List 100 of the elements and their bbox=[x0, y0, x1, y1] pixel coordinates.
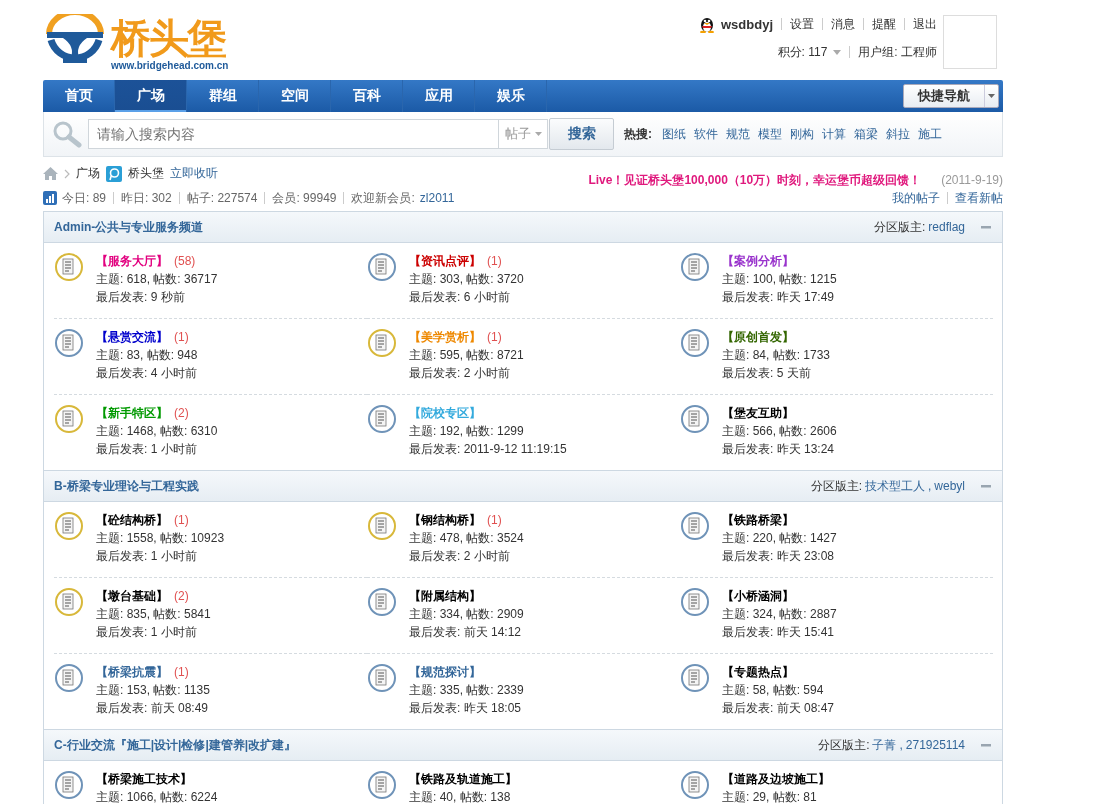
forum-stats: 主题: 153, 帖数: 1135 bbox=[96, 682, 210, 699]
hot-search-link[interactable]: 规范 bbox=[726, 125, 750, 143]
user-menu-link[interactable]: 消息 bbox=[831, 15, 855, 33]
new-post-count: (1) bbox=[487, 253, 502, 270]
moderator-label: 分区版主: bbox=[818, 736, 870, 754]
comma: , bbox=[927, 479, 932, 493]
forum-name-link[interactable]: 【悬赏交流】 bbox=[96, 328, 168, 346]
section-title: B-桥梁专业理论与工程实践 bbox=[54, 477, 199, 495]
forum-name-link[interactable]: 【规范探讨】 bbox=[409, 663, 481, 681]
moderator-link[interactable]: 子菁 bbox=[872, 736, 897, 754]
moderator-label: 分区版主: bbox=[873, 218, 926, 236]
points-link[interactable]: 积分: 117 bbox=[777, 43, 828, 61]
new-post-count: (1) bbox=[174, 664, 189, 681]
hot-search-link[interactable]: 计算 bbox=[822, 125, 846, 143]
new-post-count: (1) bbox=[174, 512, 189, 529]
forum-name-link[interactable]: 【砼结构桥】 bbox=[96, 511, 168, 529]
forum-name-link[interactable]: 【服务大厅】 bbox=[96, 252, 168, 270]
breadcrumb-link[interactable]: 广场 bbox=[76, 165, 100, 182]
user-menu-link[interactable]: 设置 bbox=[790, 15, 814, 33]
username-link[interactable]: wsdbdyj bbox=[721, 16, 773, 32]
search-icon bbox=[52, 120, 82, 148]
hot-search-link[interactable]: 箱梁 bbox=[854, 125, 878, 143]
forum-stats: 主题: 478, 帖数: 3524 bbox=[409, 530, 524, 547]
quick-nav-button[interactable]: 快捷导航 bbox=[903, 84, 999, 108]
forum-name-link[interactable]: 【资讯点评】 bbox=[409, 252, 481, 270]
forum-name-link[interactable]: 【道路及边坡施工】 bbox=[722, 770, 830, 788]
p-logo-icon bbox=[106, 165, 122, 182]
forum-stats: 主题: 29, 帖数: 81 bbox=[722, 789, 818, 804]
forum-stats: 主题: 40, 帖数: 138 bbox=[409, 789, 512, 804]
hot-search-label: 热搜: bbox=[624, 125, 652, 143]
caret-icon bbox=[833, 49, 842, 55]
moderator-link[interactable]: webyl bbox=[934, 479, 965, 493]
hot-search-link[interactable]: 斜拉 bbox=[886, 125, 910, 143]
avatar-frame bbox=[943, 15, 997, 69]
forum-stats: 主题: 58, 帖数: 594 bbox=[722, 682, 825, 699]
chevron-icon bbox=[64, 168, 70, 179]
new-post-count: (1) bbox=[487, 512, 502, 529]
stat-text: 帖子: 227574 bbox=[186, 189, 258, 207]
comma: , bbox=[899, 738, 903, 752]
last-post: 最后发表: 6 小时前 bbox=[409, 289, 511, 306]
announcement-link[interactable]: Live！见证桥头堡100,000（10万）时刻，幸运堡币超级回馈！ bbox=[588, 173, 922, 187]
forum-name-link[interactable]: 【专题热点】 bbox=[722, 663, 794, 681]
moderator-link[interactable]: redflag bbox=[928, 220, 965, 234]
section-title: C-行业交流『施工|设计|检修|建管养|改扩建』 bbox=[54, 736, 297, 754]
bar-chart-icon bbox=[43, 191, 57, 205]
forum-stats: 主题: 566, 帖数: 2606 bbox=[722, 423, 837, 440]
hot-search-link[interactable]: 图纸 bbox=[662, 125, 686, 143]
last-post: 最后发表: 2 小时前 bbox=[409, 548, 511, 565]
last-post: 最后发表: 昨天 18:05 bbox=[409, 700, 523, 717]
user-menu-link[interactable]: 退出 bbox=[913, 15, 937, 33]
last-post: 最后发表: 5 天前 bbox=[722, 365, 812, 382]
last-post: 最后发表: 前天 08:47 bbox=[722, 700, 835, 717]
hot-search-link[interactable]: 软件 bbox=[694, 125, 718, 143]
forum-name-link[interactable]: 【原创首发】 bbox=[722, 328, 794, 346]
forum-stats: 主题: 192, 帖数: 1299 bbox=[409, 423, 525, 440]
hot-search-link[interactable]: 刚构 bbox=[790, 125, 814, 143]
stat-text: 今日: 89 bbox=[62, 189, 106, 207]
forum-name-link[interactable]: 【铁路桥梁】 bbox=[722, 511, 794, 529]
stat-text: 会员: 99949 bbox=[272, 189, 337, 207]
forum-name-link[interactable]: 【钢结构桥】 bbox=[409, 511, 481, 529]
forum-name-link[interactable]: 【墩台基础】 bbox=[96, 587, 168, 605]
forum-stats: 主题: 335, 帖数: 2339 bbox=[409, 682, 524, 699]
forum-name-link[interactable]: 【案例分析】 bbox=[722, 252, 794, 270]
moderator-link[interactable]: 271925114 bbox=[905, 738, 965, 752]
search-field[interactable]: 请输入搜索内容 bbox=[88, 119, 498, 149]
forum-name-link[interactable]: 【铁路及轨道施工】 bbox=[409, 770, 517, 788]
forum-stats: 主题: 100, 帖数: 1215 bbox=[722, 271, 837, 288]
forum-stats: 主题: 1066, 帖数: 6224 bbox=[96, 789, 218, 804]
stat-text: 昨日: 302 bbox=[121, 189, 172, 207]
post-link[interactable]: 我的帖子 bbox=[892, 189, 940, 207]
member-link[interactable]: zl2011 bbox=[419, 191, 455, 205]
new-post-count: (1) bbox=[174, 329, 189, 346]
forum-name-link[interactable]: 【新手特区】 bbox=[96, 404, 168, 422]
forum-stats: 主题: 595, 帖数: 8721 bbox=[409, 347, 524, 364]
follow-link[interactable]: 立即收听 bbox=[170, 165, 218, 182]
search-button[interactable]: 搜索 bbox=[549, 118, 614, 150]
hot-search-link[interactable]: 施工 bbox=[918, 125, 942, 143]
forum-stats: 主题: 334, 帖数: 2909 bbox=[409, 606, 524, 623]
last-post: 最后发表: 昨天 23:08 bbox=[722, 548, 836, 565]
forum-stats: 主题: 1558, 帖数: 10923 bbox=[96, 530, 225, 547]
forum-stats: 主题: 835, 帖数: 5841 bbox=[96, 606, 211, 623]
moderator-label: 分区版主: bbox=[810, 477, 862, 495]
last-post: 最后发表: 1 小时前 bbox=[96, 548, 198, 565]
forum-stats: 主题: 84, 帖数: 1733 bbox=[722, 347, 831, 364]
user-menu-link[interactable]: 提醒 bbox=[872, 15, 896, 33]
forum-stats: 主题: 618, 帖数: 36717 bbox=[96, 271, 218, 288]
forum-name-link[interactable]: 【堡友互助】 bbox=[722, 404, 794, 422]
forum-name-link[interactable]: 【桥梁施工技术】 bbox=[96, 770, 192, 788]
forum-name-link[interactable]: 【附属结构】 bbox=[409, 587, 481, 605]
forum-name-link[interactable]: 【小桥涵洞】 bbox=[722, 587, 794, 605]
last-post: 最后发表: 2011-9-12 11:19:15 bbox=[409, 441, 567, 458]
post-link[interactable]: 查看新帖 bbox=[955, 189, 1003, 207]
last-post: 最后发表: 1 小时前 bbox=[96, 441, 198, 458]
last-post: 最后发表: 2 小时前 bbox=[409, 365, 511, 382]
forum-name-link[interactable]: 【桥梁抗震】 bbox=[96, 663, 168, 681]
nav-tab[interactable]: 广场 bbox=[115, 80, 187, 112]
hot-search-link[interactable]: 模型 bbox=[758, 125, 782, 143]
caret-icon bbox=[534, 132, 542, 136]
last-post: 最后发表: 前天 08:49 bbox=[96, 700, 210, 717]
moderator-link[interactable]: 技术型工人 bbox=[864, 477, 925, 495]
